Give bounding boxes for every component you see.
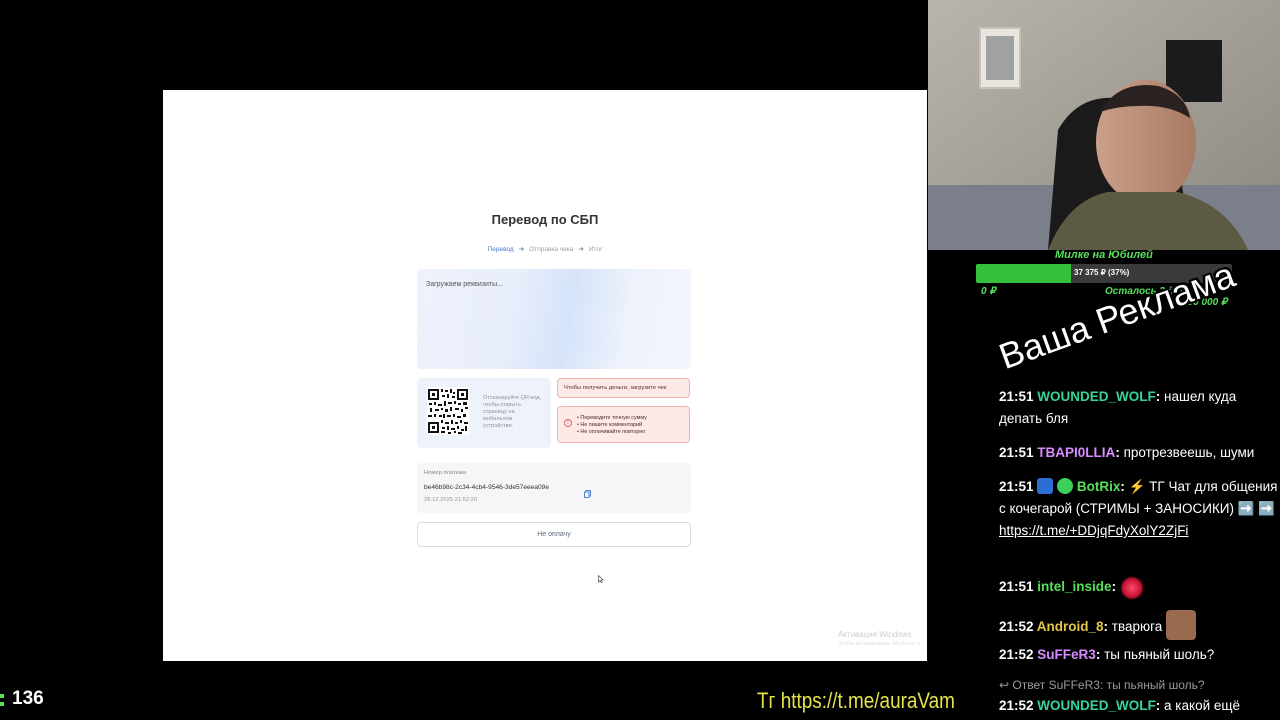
chat-username[interactable]: intel_inside xyxy=(1037,579,1111,594)
chat-link[interactable]: https://t.me/+DDjqFdyXolY2ZjFi xyxy=(999,523,1188,538)
step-transfer[interactable]: Перевод xyxy=(488,246,514,253)
alert-icon: ! xyxy=(564,419,572,427)
verified-badge-icon xyxy=(1057,478,1074,494)
chat-username[interactable]: WOUNDED_WOLF xyxy=(1037,389,1156,404)
emote-icon xyxy=(1166,610,1197,640)
reply-reference: ↩ Ответ SuFFeR3: ты пьяный шоль? xyxy=(999,678,1205,692)
windows-activation-subtext: Чтобы активировать Windows, п xyxy=(838,641,921,647)
loading-text: Загружаем реквизиты... xyxy=(426,281,503,288)
chat-message: 21:52 WOUNDED_WOLF: а какой ещё xyxy=(999,698,1240,713)
payment-number: be46b98c-2c34-4cb4-9546-3de57eeea09e xyxy=(424,484,550,491)
chat-message: 21:51 TBAPI0LLIA: протрезвеешь, шуми xyxy=(999,445,1255,460)
warning-item: • Не оплачивайте повторно xyxy=(577,429,646,436)
chat-username[interactable]: BotRix xyxy=(1077,479,1121,494)
webcam-feed xyxy=(928,0,1280,250)
mouse-cursor-icon xyxy=(598,570,605,584)
copy-icon[interactable] xyxy=(584,485,591,498)
browser-page: Перевод по СБП Перевод ➔ Отправка чека ➔ Ито… xyxy=(163,90,927,661)
chat-username[interactable]: TBAPI0LLIA xyxy=(1037,445,1115,460)
step-receipt[interactable]: Отправка чека xyxy=(529,246,573,253)
goal-progress-fill xyxy=(976,264,1071,283)
qr-instructions: Отсканируйте QR-код, чтобы открыть стран… xyxy=(483,395,542,429)
telegram-link-overlay: Тг https://t.me/auraVam xyxy=(757,688,955,713)
chat-message: 21:51 BotRix: ⚡ ТГ Чат для общения с коч… xyxy=(999,478,1278,538)
chat-message: 21:52 SuFFeR3: ты пьяный шоль? xyxy=(999,647,1215,662)
windows-activation-text: Активация Windows xyxy=(838,630,912,639)
upload-receipt-banner[interactable]: Чтобы получить деньги, загрузите чек xyxy=(557,378,690,398)
viewer-count: 136 xyxy=(12,688,44,709)
chat-username[interactable]: WOUNDED_WOLF xyxy=(1037,698,1156,713)
progress-steps: Перевод ➔ Отправка чека ➔ Итог xyxy=(163,245,927,253)
goal-min: 0 ₽ xyxy=(981,286,996,297)
warning-box: ! • Переводите точную сумму • Не пишите … xyxy=(557,406,690,443)
chat-message: 21:52 Android_8: тварюга xyxy=(999,610,1279,640)
emote-icon xyxy=(1119,576,1144,600)
requisites-loading-card: Загружаем реквизиты... xyxy=(417,269,691,369)
chat-username[interactable]: SuFFeR3 xyxy=(1037,647,1096,662)
viewer-icon xyxy=(0,694,4,706)
step-result[interactable]: Итог xyxy=(589,246,603,253)
reply-icon: ↩ xyxy=(999,678,1013,692)
payment-number-label: Номер платежа xyxy=(424,470,466,476)
goal-amount: 37 375 ₽ (37%) xyxy=(1074,268,1130,277)
chat-username[interactable]: Android_8 xyxy=(1037,619,1104,634)
qr-code-icon[interactable] xyxy=(427,387,469,435)
chat-message: 21:51 intel_inside: xyxy=(999,576,1279,600)
warning-list: • Переводите точную сумму • Не пишите ко… xyxy=(577,415,647,437)
arrow-right-icon: ➔ xyxy=(578,246,584,253)
qr-card: Отсканируйте QR-код, чтобы открыть стран… xyxy=(417,378,551,448)
goal-title: Милке на Юбилей xyxy=(1055,249,1153,261)
moderator-badge-icon xyxy=(1037,478,1054,494)
chat-panel: 21:51 WOUNDED_WOLF: нашел куда депать бл… xyxy=(988,362,1280,720)
chat-message: 21:51 WOUNDED_WOLF: нашел куда депать бл… xyxy=(999,389,1237,426)
arrow-right-icon: ➔ xyxy=(518,246,525,253)
page-title: Перевод по СБП xyxy=(491,212,599,227)
payment-timestamp: 28.12.2025 21:52:20 xyxy=(424,497,478,503)
payment-card: Номер платежа be46b98c-2c34-4cb4-9546-3d… xyxy=(417,463,691,513)
no-pay-button[interactable]: Не оплачу xyxy=(417,522,691,547)
